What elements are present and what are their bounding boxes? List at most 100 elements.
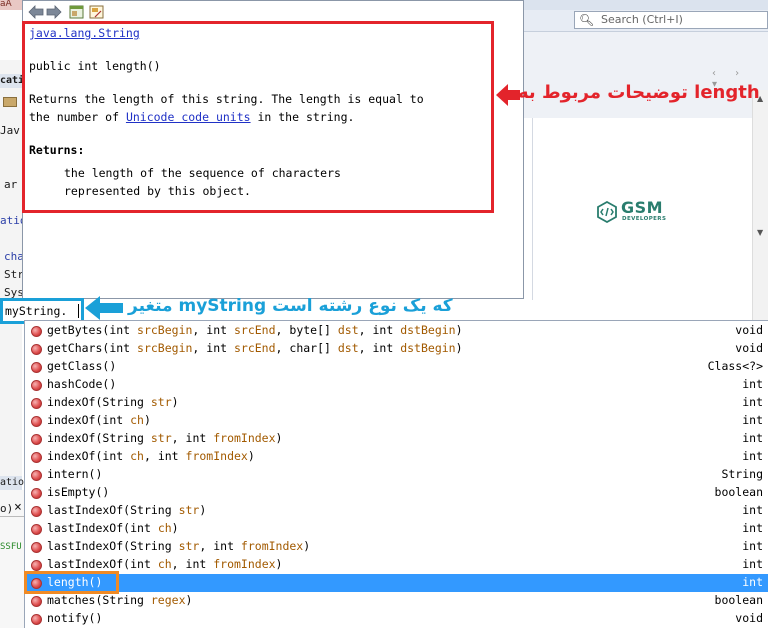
scroll-down-icon[interactable]: ▼ (757, 228, 763, 237)
method-name: matches (47, 593, 96, 607)
code-completion-list[interactable]: getBytes(int srcBegin, int srcEnd, byte[… (24, 320, 768, 628)
gsm-developers-logo: GSM DEVELOPERS (596, 196, 676, 228)
return-type: int (742, 539, 763, 553)
method-name: intern (47, 467, 89, 481)
ide-fragment: cati (0, 75, 25, 86)
method-icon (31, 452, 42, 463)
method-name: lastIndexOf (47, 539, 124, 553)
method-icon (31, 344, 42, 355)
forward-button[interactable] (45, 3, 63, 21)
return-type: void (735, 611, 763, 625)
method-params: (int ch, int fromIndex) (123, 557, 283, 571)
method-signature: intern() (47, 467, 102, 481)
method-params: (String str) (123, 503, 207, 517)
method-name: getClass (47, 359, 103, 373)
completion-item[interactable]: lastIndexOf(int ch, int fromIndex) int (25, 556, 768, 574)
method-params: (String str) (95, 395, 179, 409)
return-type: void (735, 341, 763, 355)
method-params: (String str, int fromIndex) (95, 431, 283, 445)
completion-item[interactable]: getBytes(int srcBegin, int srcEnd, byte[… (25, 322, 768, 340)
annotation-mystring-caption: متغیر myString که یک نوع رشته است (128, 296, 453, 316)
method-params: (int ch, int fromIndex) (95, 449, 255, 463)
method-name: indexOf (47, 395, 96, 409)
method-params: (int ch) (95, 413, 151, 427)
method-name: getChars (47, 341, 103, 355)
method-signature: hashCode() (47, 377, 116, 391)
completion-item[interactable]: intern() String (25, 466, 768, 484)
return-type: int (742, 449, 763, 463)
ide-fragment: Str (4, 268, 24, 281)
method-name: getBytes (47, 323, 103, 337)
method-signature: getClass() (47, 359, 116, 373)
return-type: boolean (714, 485, 763, 499)
completion-item[interactable]: indexOf(int ch, int fromIndex) int (25, 448, 768, 466)
method-name: hashCode (47, 377, 103, 391)
return-type: int (742, 395, 763, 409)
search-icon: 🔍︎ (579, 13, 595, 27)
method-signature: getBytes(int srcBegin, int srcEnd, byte[… (47, 323, 463, 337)
method-signature: lastIndexOf(int ch) (47, 521, 179, 535)
completion-item[interactable]: getChars(int srcBegin, int srcEnd, char[… (25, 340, 768, 358)
completion-item[interactable]: lastIndexOf(String str) int (25, 502, 768, 520)
open-source-button[interactable] (87, 3, 105, 21)
completion-item[interactable]: hashCode() int (25, 376, 768, 394)
ide-fragment: ar (4, 178, 18, 191)
scrollbar[interactable]: ▲ ▼ (752, 90, 768, 320)
return-type: Class<?> (707, 359, 763, 373)
method-params: () (102, 377, 117, 391)
divider (0, 516, 24, 517)
arrow-right-icon (46, 5, 62, 19)
open-in-browser-button[interactable] (67, 3, 85, 21)
arrow-left-annotation-icon (85, 296, 123, 320)
return-type: int (742, 413, 763, 427)
method-icon (31, 380, 42, 391)
method-params: (int srcBegin, int srcEnd, char[] dst, i… (102, 341, 463, 355)
search-placeholder: Search (Ctrl+I) (601, 13, 683, 26)
method-icon (31, 524, 42, 535)
selected-item-highlight-box (24, 571, 119, 594)
folder-icon[interactable] (3, 97, 17, 107)
method-name: lastIndexOf (47, 503, 124, 517)
return-type: String (721, 467, 763, 481)
completion-item[interactable]: lastIndexOf(String str, int fromIndex) in… (25, 538, 768, 556)
return-type: int (742, 557, 763, 571)
completion-item[interactable]: isEmpty() boolean (25, 484, 768, 502)
method-params: (int srcBegin, int srcEnd, byte[] dst, i… (102, 323, 463, 337)
completion-item[interactable]: getClass() Class<?> (25, 358, 768, 376)
ide-fragment: cha (4, 250, 24, 263)
method-icon (31, 488, 42, 499)
back-button[interactable] (27, 3, 45, 21)
method-icon (31, 614, 42, 625)
source-icon (89, 5, 103, 19)
search-input[interactable]: 🔍︎ Search (Ctrl+I) (574, 11, 768, 29)
method-params: () (88, 611, 103, 625)
method-name: notify (47, 611, 89, 625)
arrow-left-icon (28, 5, 44, 19)
doc-highlight-box (22, 21, 494, 213)
completion-item[interactable]: indexOf(String str, int fromIndex) int (25, 430, 768, 448)
ide-fragment: Jav (0, 124, 20, 137)
method-icon (31, 596, 42, 607)
logo-title: GSM (621, 198, 664, 217)
text-cursor (78, 304, 79, 318)
editor-text: myString. (5, 304, 68, 318)
method-signature: lastIndexOf(int ch, int fromIndex) (47, 557, 282, 571)
completion-item[interactable]: length() int (25, 574, 768, 592)
method-icon (31, 542, 42, 553)
completion-item[interactable]: matches(String regex) boolean (25, 592, 768, 610)
gsm-logo-icon (597, 201, 617, 223)
completion-item[interactable]: lastIndexOf(int ch) int (25, 520, 768, 538)
completion-item[interactable]: indexOf(int ch) int (25, 412, 768, 430)
return-type: int (742, 575, 763, 589)
completion-item[interactable]: indexOf(String str) int (25, 394, 768, 412)
method-icon (31, 416, 42, 427)
completion-item[interactable]: notify() void (25, 610, 768, 628)
return-type: int (742, 377, 763, 391)
method-signature: matches(String regex) (47, 593, 192, 607)
method-params: (String str, int fromIndex) (123, 539, 311, 553)
method-params: () (95, 485, 110, 499)
close-icon[interactable]: × (14, 500, 22, 515)
method-signature: isEmpty() (47, 485, 109, 499)
ide-title-fragment: aA (0, 0, 22, 10)
logo-subtitle: DEVELOPERS (622, 216, 667, 222)
